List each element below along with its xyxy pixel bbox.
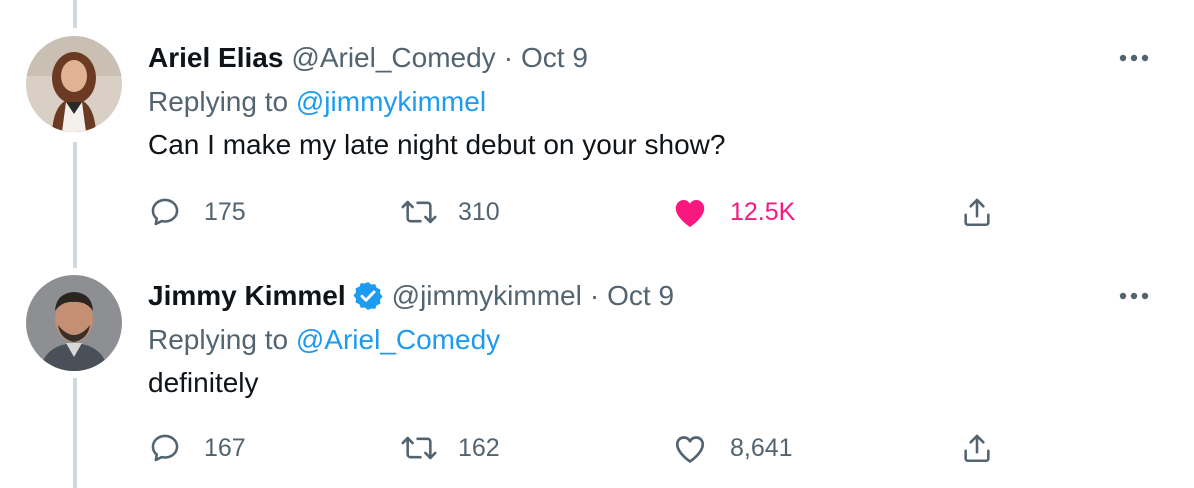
author-name[interactable]: Jimmy Kimmel (148, 280, 346, 312)
author-handle[interactable]: @Ariel_Comedy (291, 42, 495, 74)
reply-button[interactable]: 175 (148, 192, 246, 232)
tweet-actions: 175 310 12.5K (0, 192, 1194, 232)
heart-icon (675, 436, 705, 463)
tweet-text: Can I make my late night debut on your s… (148, 129, 726, 160)
reply-count: 167 (204, 433, 246, 462)
share-button[interactable] (960, 192, 994, 232)
more-options-button[interactable] (1114, 40, 1154, 76)
mention-link[interactable]: @jimmykimmel (296, 86, 486, 117)
retweet-icon (401, 436, 437, 460)
tweet[interactable]: Jimmy Kimmel @jimmykimmel · Oct 9 Replyi… (0, 238, 1194, 478)
retweet-button[interactable]: 310 (400, 192, 500, 232)
avatar[interactable] (26, 275, 122, 371)
tweet-actions: 167 162 8,641 (0, 428, 1194, 468)
like-button[interactable]: 8,641 (672, 428, 793, 468)
tweet-header: Ariel Elias @Ariel_Comedy · Oct 9 (148, 40, 588, 76)
reply-icon (151, 198, 179, 226)
author-handle[interactable]: @jimmykimmel (392, 280, 582, 312)
like-button[interactable]: 12.5K (672, 192, 795, 232)
tweet-header: Jimmy Kimmel @jimmykimmel · Oct 9 (148, 278, 674, 314)
retweet-icon (401, 200, 437, 224)
share-icon (964, 198, 990, 227)
tweet-date[interactable]: Oct 9 (521, 42, 588, 74)
tweet-date[interactable]: Oct 9 (607, 280, 674, 312)
avatar[interactable] (26, 36, 122, 132)
more-options-button[interactable] (1114, 278, 1154, 314)
verified-badge (352, 280, 384, 312)
reply-icon (151, 434, 179, 462)
retweet-button[interactable]: 162 (400, 428, 500, 468)
share-button[interactable] (960, 428, 994, 468)
retweet-count: 310 (458, 197, 500, 226)
reply-button[interactable]: 167 (148, 428, 246, 468)
mention-link[interactable]: @Ariel_Comedy (296, 324, 500, 355)
replying-to: Replying to @jimmykimmel (148, 84, 486, 120)
tweet[interactable]: Ariel Elias @Ariel_Comedy · Oct 9 Replyi… (0, 0, 1194, 240)
replying-prefix: Replying to (148, 86, 289, 117)
like-count: 12.5K (730, 197, 796, 226)
reply-count: 175 (204, 197, 246, 226)
share-icon (964, 434, 990, 463)
author-name[interactable]: Ariel Elias (148, 42, 283, 74)
separator: · (589, 280, 600, 311)
verified-badge-icon (353, 282, 383, 310)
retweet-count: 162 (458, 433, 500, 462)
more-options-icon (1119, 54, 1149, 62)
heart-icon (675, 200, 705, 227)
more-options-icon (1119, 292, 1149, 300)
replying-to: Replying to @Ariel_Comedy (148, 322, 500, 358)
replying-prefix: Replying to (148, 324, 289, 355)
like-count: 8,641 (730, 433, 793, 462)
separator: · (503, 42, 514, 73)
tweet-text: definitely (148, 367, 259, 398)
